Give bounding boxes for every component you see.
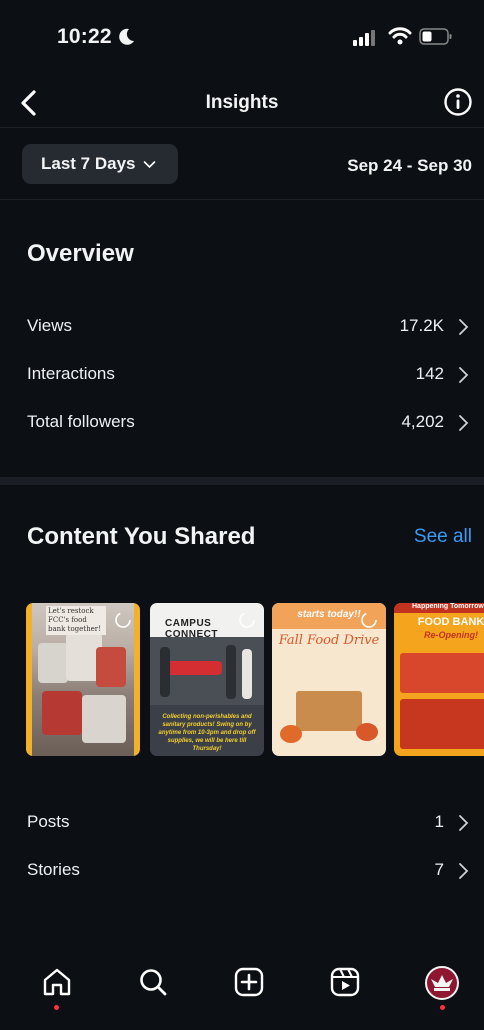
thumbnail-illustration	[296, 691, 362, 731]
chevron-right-icon	[459, 319, 469, 335]
content-thumbnail[interactable]: Let's restock FCC's food bank together!	[26, 603, 140, 756]
chevron-right-icon	[459, 367, 469, 383]
filter-row: Last 7 Days Sep 24 - Sep 30	[0, 130, 484, 200]
battery-icon	[419, 28, 452, 45]
date-range-dropdown[interactable]: Last 7 Days	[22, 144, 178, 184]
date-range-dropdown-label: Last 7 Days	[41, 154, 136, 173]
content-row-stories[interactable]: Stories 7	[0, 851, 484, 891]
thumbnail-caption: Collecting non-perishables and sanitary …	[150, 705, 264, 756]
thumbnail-photo	[150, 637, 264, 705]
overview-title: Overview	[27, 240, 134, 267]
content-row-value: 7	[434, 860, 444, 879]
notification-dot	[54, 1005, 59, 1010]
content-row-value: 1	[434, 812, 444, 831]
chevron-right-icon	[459, 415, 469, 431]
home-icon[interactable]	[40, 965, 74, 999]
info-icon[interactable]	[443, 87, 473, 117]
chevron-down-icon	[143, 160, 155, 168]
metric-value: 142	[415, 364, 444, 383]
see-all-link[interactable]: See all	[414, 526, 472, 548]
metric-row-views[interactable]: Views 17.2K	[0, 307, 484, 347]
content-row-label: Stories	[27, 860, 80, 879]
moon-icon	[119, 28, 134, 45]
metric-label: Views	[27, 316, 73, 335]
search-icon[interactable]	[136, 965, 170, 999]
content-thumbnail-strip[interactable]: Let's restock FCC's food bank together! …	[0, 603, 484, 756]
profile-logo-icon	[431, 975, 453, 991]
chevron-right-icon	[459, 815, 469, 831]
date-range-text: Sep 24 - Sep 30	[347, 156, 472, 175]
notification-dot	[440, 1005, 445, 1010]
content-row-label: Posts	[27, 812, 70, 831]
thumbnail-title: Fall Food Drive	[278, 633, 380, 648]
thumbnail-note: Let's restock FCC's food bank together!	[46, 606, 106, 635]
metric-label: Total followers	[27, 412, 135, 431]
chevron-right-icon	[459, 863, 469, 879]
loading-ring-icon	[239, 612, 255, 628]
metric-value: 17.2K	[399, 316, 444, 335]
thumbnail-top-text: Happening Tomorrow	[394, 603, 484, 613]
content-thumbnail[interactable]: CAMPUS CONNECT Collecting non-perishable…	[150, 603, 264, 756]
content-thumbnail[interactable]: Happening Tomorrow FOOD BANK Re-Opening!	[394, 603, 484, 756]
content-shared-title: Content You Shared	[27, 523, 256, 550]
thumbnail-panel	[400, 653, 484, 693]
metric-value: 4,202	[401, 412, 444, 431]
section-divider	[0, 477, 484, 485]
loading-ring-icon	[115, 612, 131, 628]
content-row-posts[interactable]: Posts 1	[0, 803, 484, 843]
reels-icon[interactable]	[328, 965, 362, 999]
navigation-header: Insights	[0, 78, 484, 128]
wifi-icon	[388, 27, 412, 45]
status-time: 10:22	[57, 25, 112, 48]
thumbnail-subtitle: Re-Opening!	[424, 630, 478, 640]
metric-label: Interactions	[27, 364, 115, 383]
content-thumbnail[interactable]: starts today!! Fall Food Drive	[272, 603, 386, 756]
bottom-tab-bar	[0, 953, 484, 1030]
metric-row-total-followers[interactable]: Total followers 4,202	[0, 403, 484, 443]
metric-row-interactions[interactable]: Interactions 142	[0, 355, 484, 395]
status-bar: 10:22	[0, 0, 484, 70]
profile-avatar[interactable]	[425, 966, 459, 1000]
cellular-signal-icon	[353, 30, 375, 46]
thumbnail-title: FOOD BANK	[417, 616, 484, 628]
thumbnail-panel	[400, 699, 484, 749]
loading-ring-icon	[361, 612, 377, 628]
create-icon[interactable]	[232, 965, 266, 999]
page-title: Insights	[205, 92, 279, 113]
